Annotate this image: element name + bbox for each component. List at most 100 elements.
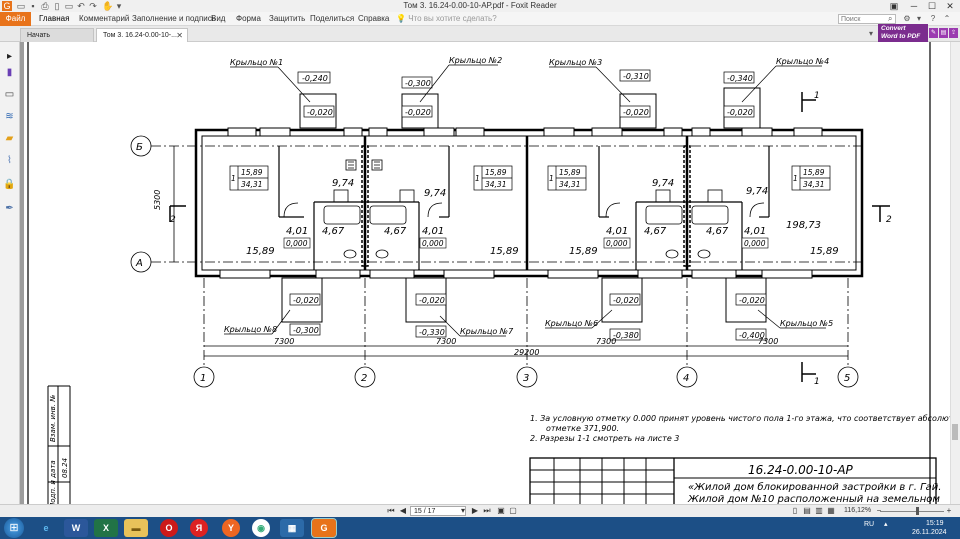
ie-icon[interactable]: e [34, 519, 58, 537]
settings-icon[interactable]: ⚙ [902, 14, 912, 24]
area-hall-3: 4,01 [606, 226, 628, 237]
next-page-icon[interactable]: ▶ [470, 506, 480, 516]
stamp-line2: Жилой дом №10 расположенный на земельном [687, 494, 940, 504]
dim-bay-2: 7300 [436, 337, 456, 346]
layers-icon[interactable]: ≋ [3, 110, 16, 123]
stamp-code: 16.24-0.00-10-АР [748, 463, 854, 477]
porch-leaders-top [230, 64, 822, 103]
menu-file[interactable]: Файл [0, 12, 31, 26]
search-icon[interactable]: ⌕ [888, 14, 898, 24]
excel-icon[interactable]: X [94, 519, 118, 537]
file-explorer-icon[interactable]: ▬ [124, 519, 148, 537]
tab-close-icon[interactable]: ✕ [176, 29, 183, 43]
axis-col-3: 3 [523, 373, 529, 384]
bookmark-icon[interactable]: ▮ [3, 66, 16, 79]
area-hall-4: 4,01 [744, 226, 766, 237]
convert-share-icon[interactable]: ⇪ [949, 28, 958, 38]
menu-view[interactable]: Вид [211, 12, 225, 26]
input-language[interactable]: RU [864, 521, 874, 529]
dim-bay-1: 7300 [274, 337, 294, 346]
continuous-facing-icon[interactable]: ▦ [826, 506, 836, 516]
clock-date[interactable]: 26.11.2024 [912, 529, 947, 537]
close-button[interactable]: ✕ [940, 0, 960, 12]
zoom-level[interactable]: 116,12% [844, 506, 871, 516]
sidebar-collapse-icon[interactable]: ▸ [3, 50, 16, 63]
tab-document-label: Том 3. 16.24-0.00-10-... [103, 32, 177, 39]
minimize-button[interactable]: ─ [904, 0, 924, 12]
lightbulb-icon: 💡 [396, 14, 406, 23]
convert-word-to-pdf-button[interactable]: Convert Word to PDF [878, 24, 928, 42]
menu-share[interactable]: Поделиться [310, 12, 354, 26]
porch4-label: Крыльцо №4 [776, 57, 829, 66]
zoom-slider[interactable] [880, 511, 944, 512]
inner-wall-line [201, 135, 857, 271]
note-2: 2. Разрезы 1-1 смотреть на листе 3 [530, 434, 679, 443]
start-button[interactable]: ⊞ [4, 518, 24, 538]
foxit-taskbar-icon[interactable]: G [311, 518, 337, 538]
prev-page-icon[interactable]: ◀ [398, 506, 408, 516]
collapse-ribbon-icon[interactable]: ⌃ [942, 14, 952, 24]
first-page-icon[interactable]: ⏮ [386, 506, 396, 516]
tray-arrow-icon[interactable]: ▴ [884, 521, 888, 529]
dim-bay-4: 7300 [758, 337, 778, 346]
lock-icon[interactable]: 🔒 [3, 178, 16, 191]
menu-form[interactable]: Форма [236, 12, 261, 26]
document-viewport[interactable]: -0,240 -0,020 Крыльцо №1 -0,300 -0,020 К… [20, 42, 950, 504]
porch2-inner-level: -0,020 [405, 108, 431, 117]
porch1-label: Крыльцо №1 [230, 58, 283, 67]
convert-edit-icon[interactable]: ✎ [929, 28, 938, 38]
zoom-slider-thumb[interactable] [916, 507, 919, 515]
porches-bottom [281, 277, 767, 323]
clock-time[interactable]: 15:19 [926, 520, 944, 528]
menu-protect[interactable]: Защитить [269, 12, 305, 26]
window-title: Том 3. 16.24-0.00-10-АР.pdf - Foxit Read… [403, 1, 557, 10]
convert-doc-icon[interactable]: ▤ [939, 28, 948, 38]
fit-page-icon[interactable]: ▣ [496, 506, 506, 516]
porch6-inner-level: -0,020 [613, 296, 639, 305]
room-tag-1-a: 15,89 [241, 168, 263, 177]
room-tag-3-a: 15,89 [559, 168, 581, 177]
signature-icon[interactable]: ✒ [3, 202, 16, 215]
attachment-icon[interactable]: ⌇ [3, 154, 16, 167]
maximize-button[interactable]: ☐ [922, 0, 942, 12]
last-page-icon[interactable]: ⏭ [482, 506, 492, 516]
axis-col-5: 5 [844, 373, 850, 384]
page-dropdown-icon[interactable]: ▾ [458, 506, 468, 516]
tell-me-input[interactable]: 💡 Что вы хотите сделать? [396, 12, 497, 26]
tab-start[interactable]: Начать [20, 28, 94, 42]
dim-total: 29200 [514, 348, 539, 357]
left-sidebar: ▸ ▮ ▭ ≋ ▰ ⌇ 🔒 ✒ [0, 42, 20, 517]
menu-comment[interactable]: Комментарий [79, 12, 129, 26]
zoom-in-icon[interactable]: + [944, 506, 954, 516]
comments-icon[interactable]: ▰ [3, 132, 16, 145]
room-tag-3-num: 1 [549, 174, 554, 183]
fit-width-icon[interactable]: ▢ [508, 506, 518, 516]
menu-home[interactable]: Главная [39, 12, 69, 26]
app-icon[interactable]: ▦ [280, 519, 304, 537]
chevron-down-icon[interactable]: ▾ [914, 14, 924, 24]
room-tag-2-b: 34,31 [485, 180, 506, 189]
menu-help[interactable]: Справка [358, 12, 389, 26]
notes: 1. За условную отметку 0.000 принят уров… [530, 414, 950, 443]
porch4-inner-level: -0,020 [727, 108, 753, 117]
yandex-icon[interactable]: Я [190, 519, 208, 537]
area-room-4: 15,89 [810, 246, 839, 257]
axis-row-A: А [135, 258, 143, 269]
tab-document[interactable]: Том 3. 16.24-0.00-10-... ✕ [96, 28, 188, 42]
area-room-2: 15,89 [490, 246, 519, 257]
yandex-browser-icon[interactable]: Y [222, 519, 240, 537]
continuous-page-icon[interactable]: ▤ [802, 506, 812, 516]
chrome-icon[interactable]: ◉ [252, 519, 270, 537]
facing-page-icon[interactable]: ▥ [814, 506, 824, 516]
page-thumbnails-icon[interactable]: ▭ [3, 88, 16, 101]
menu-fill-sign[interactable]: Заполнение и подпись [132, 12, 216, 26]
tab-list-icon[interactable]: ▾ [866, 29, 876, 39]
vertical-scrollbar-thumb[interactable] [952, 424, 958, 440]
ribbon-toggle-icon[interactable]: ▣ [884, 0, 904, 12]
single-page-icon[interactable]: ▯ [790, 506, 800, 516]
word-icon[interactable]: W [64, 519, 88, 537]
area-bath-3: 4,67 [644, 226, 667, 237]
porch8-inner-level: -0,020 [293, 296, 319, 305]
help-icon[interactable]: ? [928, 14, 938, 24]
opera-icon[interactable]: O [160, 519, 178, 537]
